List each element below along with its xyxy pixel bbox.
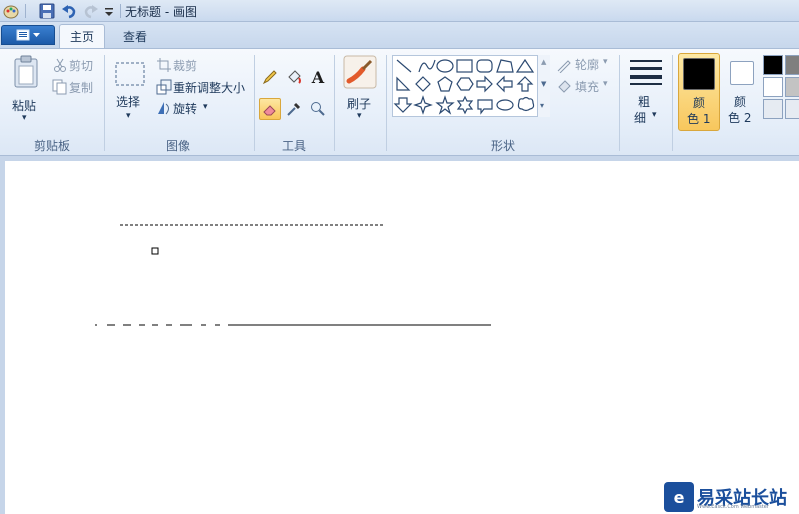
paste-button[interactable]: 粘贴 ▾	[8, 53, 46, 127]
color2-label-line1: 颜	[734, 95, 747, 109]
title-bar: 无标题 - 画图	[0, 0, 799, 22]
chevron-down-icon[interactable]: ▾	[603, 57, 608, 67]
palette-swatch-empty[interactable]	[785, 99, 799, 119]
chevron-down-icon: ▾	[652, 110, 657, 120]
fill-tool[interactable]	[283, 66, 305, 88]
resize-icon[interactable]	[156, 79, 172, 95]
chevron-down-icon: ▾	[357, 111, 362, 121]
tab-home[interactable]: 主页	[59, 24, 105, 48]
palette-swatch-light-gray[interactable]	[785, 77, 799, 97]
watermark-subtext: Www.Easck.Com Webmaster	[697, 504, 769, 510]
color2-label-line2: 色 2	[728, 111, 752, 125]
fill-label[interactable]: 填充	[575, 78, 599, 95]
magnifier-icon	[311, 102, 325, 116]
paint-app-icon[interactable]	[2, 3, 20, 19]
customize-qat-icon[interactable]	[103, 3, 115, 19]
brushes-button[interactable]: 刷子 ▾	[341, 53, 379, 127]
chevron-down-icon: ▾	[22, 113, 27, 123]
line-width-icon	[630, 60, 662, 85]
crop-icon[interactable]	[156, 57, 172, 73]
color1-button[interactable]: 颜 色 1	[678, 53, 720, 131]
undo-icon[interactable]	[61, 3, 77, 19]
chevron-down-icon[interactable]: ▾	[203, 102, 208, 112]
drawing-canvas[interactable]	[5, 161, 799, 514]
qat-separator	[120, 4, 121, 18]
scroll-up-icon[interactable]: ▲	[541, 58, 546, 66]
text-tool[interactable]: A	[307, 66, 329, 88]
window-title: 无标题 - 画图	[125, 5, 197, 19]
scroll-down-icon[interactable]: ▼	[541, 80, 546, 88]
text-a-icon: A	[311, 67, 325, 87]
paste-icon	[14, 55, 38, 88]
paint-menu-button[interactable]	[1, 25, 55, 45]
canvas-drawing	[95, 224, 491, 326]
group-divider	[386, 55, 387, 151]
save-icon[interactable]	[39, 3, 55, 19]
resize-label[interactable]: 重新调整大小	[173, 79, 245, 96]
brushes-label: 刷子	[347, 97, 372, 111]
tab-view[interactable]: 查看	[113, 24, 157, 48]
ribbon-tab-row: 主页 查看	[0, 22, 799, 48]
copy-label[interactable]: 复制	[69, 79, 93, 96]
crop-label[interactable]: 裁剪	[173, 57, 197, 74]
size-label-line1: 粗	[638, 95, 651, 109]
pencil-icon	[262, 70, 277, 85]
palette-swatch-gray[interactable]	[785, 55, 799, 75]
outline-icon[interactable]	[556, 57, 572, 74]
shapes-group-label: 形状	[491, 139, 516, 153]
select-icon	[115, 62, 145, 86]
image-group-label: 图像	[166, 139, 191, 153]
expand-gallery-icon[interactable]: ▾	[540, 101, 544, 110]
pencil-tool[interactable]	[259, 66, 281, 88]
group-divider	[254, 55, 255, 151]
rotate-icon[interactable]	[156, 100, 172, 116]
shapes-gallery	[392, 55, 550, 117]
chevron-down-icon: ▾	[126, 111, 131, 121]
menu-icon	[16, 29, 40, 41]
outline-label[interactable]: 轮廓	[575, 56, 599, 73]
palette-swatch-black[interactable]	[763, 55, 783, 75]
select-button[interactable]: 选择 ▾	[112, 53, 148, 127]
shapes-scrollbar[interactable]: ▲ ▼ ▾	[537, 55, 550, 117]
color1-swatch	[683, 58, 715, 90]
eraser-icon	[263, 105, 276, 116]
size-button[interactable]: 粗 细 ▾	[626, 53, 666, 127]
quick-access-toolbar	[2, 2, 126, 20]
clipboard-group-label: 剪贴板	[34, 139, 71, 153]
watermark: e 易采站长站 Www.Easck.Com Webmaster	[664, 480, 799, 514]
color2-button[interactable]: 颜 色 2	[724, 53, 760, 131]
color1-label-line1: 颜	[693, 96, 706, 110]
redo-icon[interactable]	[83, 3, 99, 19]
cut-label[interactable]: 剪切	[69, 57, 93, 74]
fill-bucket-icon	[288, 70, 301, 84]
group-divider	[672, 55, 673, 151]
eraser-tool[interactable]	[259, 98, 281, 120]
cut-icon[interactable]	[52, 57, 68, 73]
color2-swatch	[730, 61, 754, 85]
size-label-line2: 细	[634, 111, 647, 125]
brush-icon	[343, 55, 377, 89]
palette-swatch-empty[interactable]	[763, 99, 783, 119]
tools-group-label: 工具	[282, 139, 307, 153]
shapes-gallery-icons	[393, 58, 535, 115]
rotate-label[interactable]: 旋转	[173, 100, 197, 117]
magnifier-tool[interactable]	[307, 98, 329, 120]
fill-icon[interactable]	[556, 79, 572, 95]
color-picker-tool[interactable]	[283, 98, 305, 120]
selection-handle	[151, 247, 159, 255]
qat-separator	[25, 4, 26, 18]
paste-label: 粘贴	[12, 99, 37, 113]
watermark-logo-icon: e	[664, 482, 694, 512]
copy-icon[interactable]	[52, 79, 68, 95]
color1-label-line2: 色 1	[687, 112, 711, 126]
select-label: 选择	[116, 95, 141, 109]
group-divider	[334, 55, 335, 151]
eyedropper-icon	[287, 102, 301, 116]
palette-swatch-white[interactable]	[763, 77, 783, 97]
ribbon: 粘贴 ▾ 剪切 复制 剪贴板 选择 ▾ 裁剪 重新调整大小 旋转 ▾ 图像 A …	[0, 48, 799, 156]
group-divider	[104, 55, 105, 151]
chevron-down-icon[interactable]: ▾	[603, 79, 608, 89]
group-divider	[619, 55, 620, 151]
